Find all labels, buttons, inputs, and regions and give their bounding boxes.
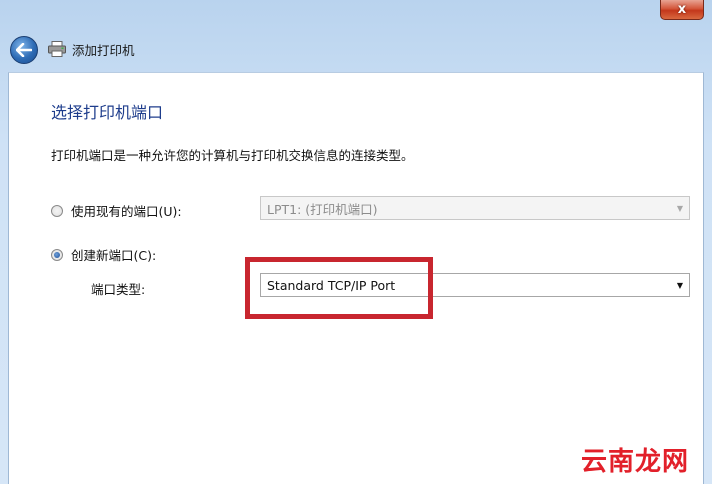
port-type-value: Standard TCP/IP Port (267, 277, 396, 293)
create-new-port-radio[interactable] (51, 248, 63, 261)
use-existing-port-option[interactable]: 使用现有的端口(U): (51, 201, 182, 220)
wizard-nav-bar: 添加打印机 (0, 28, 712, 72)
create-new-port-label: 创建新端口(C): (71, 248, 157, 263)
existing-port-value: LPT1: (打印机端口) (267, 201, 378, 217)
port-type-select[interactable]: Standard TCP/IP Port ▼ (260, 273, 690, 297)
back-button[interactable] (10, 36, 38, 64)
page-description: 打印机端口是一种允许您的计算机与打印机交换信息的连接类型。 (51, 148, 414, 163)
close-button[interactable]: x (660, 0, 704, 20)
create-new-port-option[interactable]: 创建新端口(C): (51, 245, 156, 264)
close-icon: x (677, 2, 687, 17)
printer-icon (48, 41, 66, 57)
use-existing-port-label: 使用现有的端口(U): (71, 204, 182, 219)
wizard-title: 添加打印机 (72, 43, 135, 58)
port-type-label: 端口类型: (91, 282, 146, 297)
wizard-content-pane: 选择打印机端口 打印机端口是一种允许您的计算机与打印机交换信息的连接类型。 使用… (8, 72, 704, 484)
existing-port-select: LPT1: (打印机端口) ▼ (260, 196, 690, 220)
chevron-down-icon: ▼ (676, 203, 684, 213)
chevron-down-icon: ▼ (676, 280, 684, 290)
page-heading: 选择打印机端口 (51, 103, 164, 122)
window-frame: x 添加打印机 选择打印机端口 打印机端口是一种允许您的计算机与打印机交换信息的… (0, 0, 712, 484)
site-watermark: 云南龙网 (581, 447, 690, 477)
back-arrow-icon (16, 43, 32, 57)
use-existing-port-radio[interactable] (51, 204, 63, 217)
